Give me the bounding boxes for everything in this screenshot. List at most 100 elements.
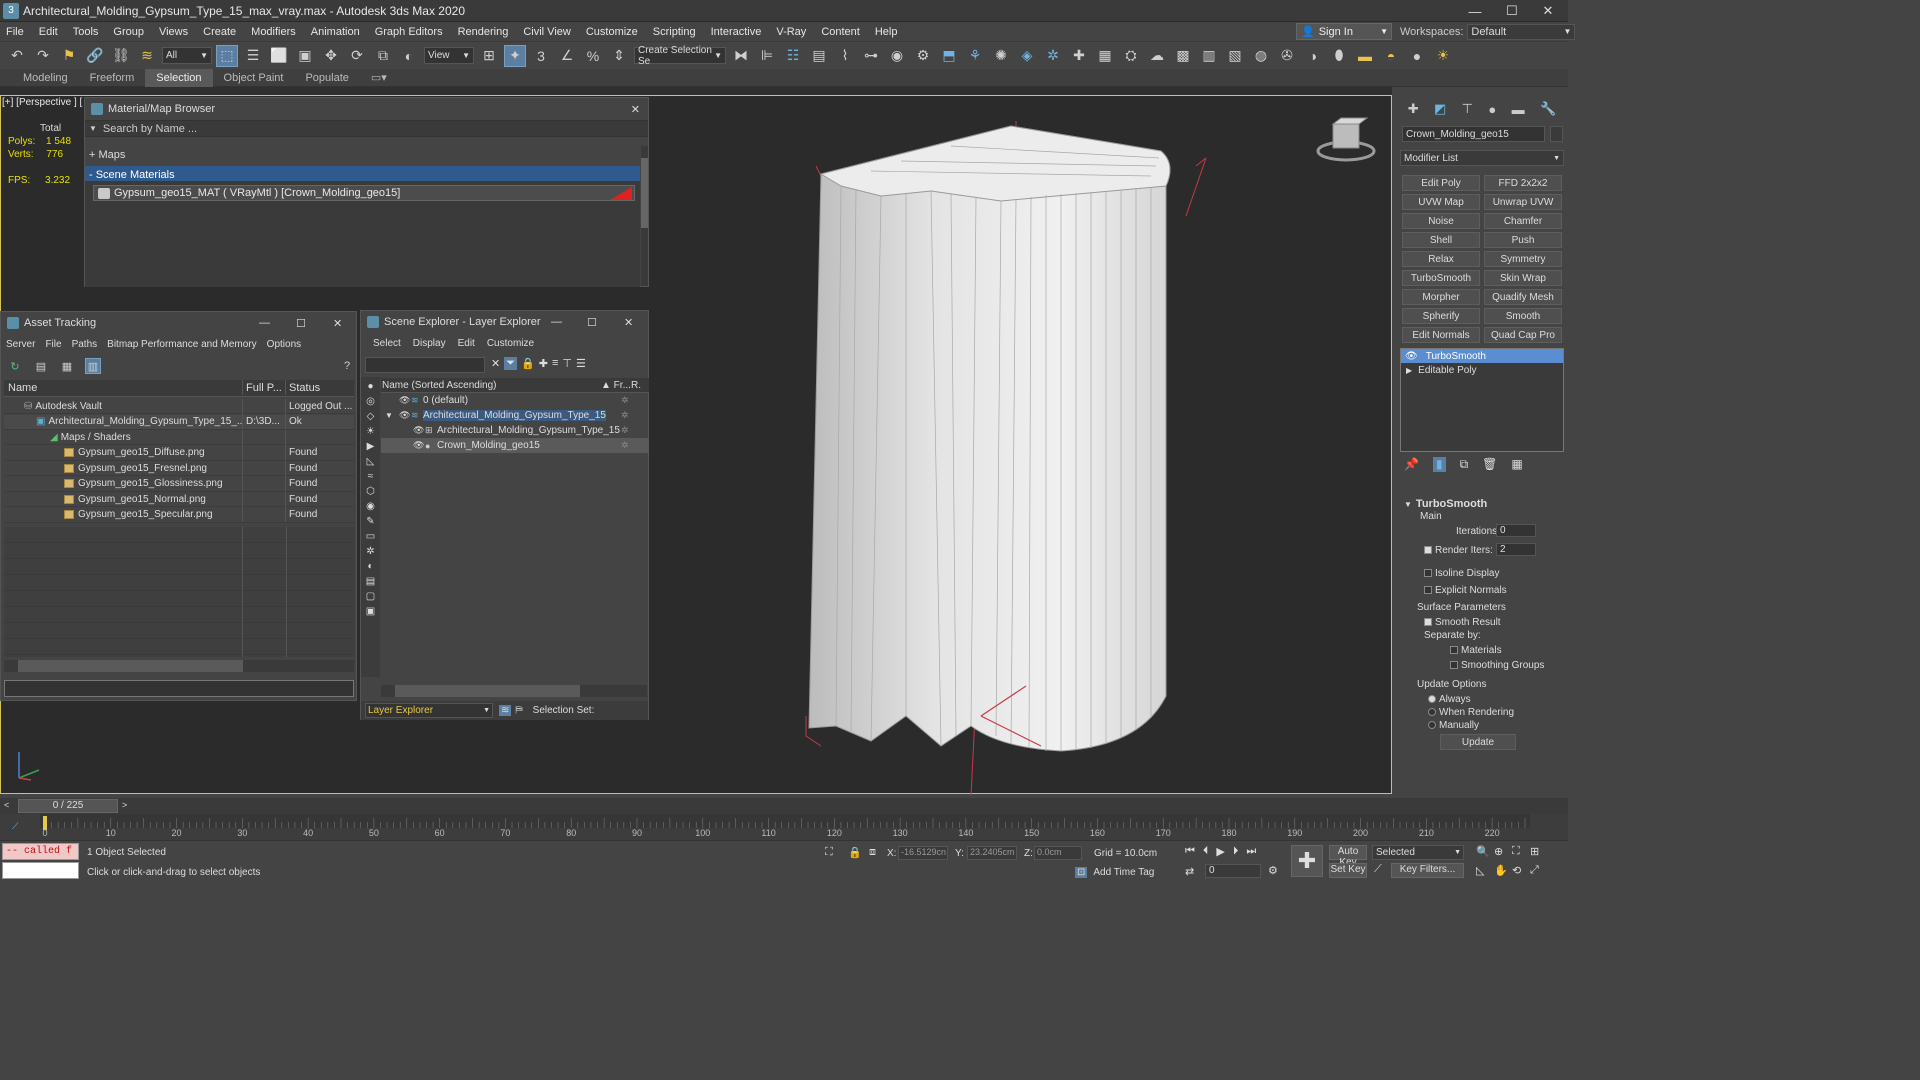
table-row[interactable]: Gypsum_geo15_Normal.png Found — [4, 491, 354, 507]
vray-sphere-icon[interactable]: ● — [1406, 45, 1428, 67]
menu-v-ray[interactable]: V-Ray — [770, 26, 815, 38]
app-icon[interactable]: 3 — [3, 2, 19, 19]
angle-snap-icon[interactable]: ∠ — [556, 45, 578, 67]
render-icon[interactable]: ⚘ — [964, 45, 986, 67]
key-set-dropdown[interactable]: Selected ▼ — [1372, 845, 1464, 860]
col-render[interactable]: R. — [631, 380, 641, 391]
menu-civil-view[interactable]: Civil View — [517, 26, 579, 38]
hierarchy-icon[interactable]: ⊤ — [562, 357, 572, 370]
vray-icon[interactable]: ✺ — [990, 45, 1012, 67]
maxscript-input[interactable] — [2, 862, 79, 879]
mmb-maps-group[interactable]: + Maps — [85, 146, 640, 164]
prev-frame-icon[interactable]: < — [4, 800, 9, 810]
when-rendering-radio[interactable]: When Rendering — [1428, 707, 1514, 718]
materials-checkbox[interactable]: Materials — [1450, 645, 1502, 656]
modifier-button-turbosmooth[interactable]: TurboSmooth — [1402, 270, 1480, 286]
menu-interactive[interactable]: Interactive — [705, 26, 771, 38]
pin-stack-icon[interactable]: 📌 — [1404, 457, 1419, 472]
help-icon[interactable]: ? — [339, 358, 355, 374]
curve-editor-icon[interactable]: ⌇ — [834, 45, 856, 67]
close-button[interactable]: ✕ — [1528, 0, 1568, 22]
menu-views[interactable]: Views — [153, 26, 197, 38]
ribbon-tab-selection[interactable]: Selection — [145, 68, 213, 87]
containers-icon[interactable]: ▭ — [366, 531, 375, 542]
vray-tool-10-icon[interactable]: ◍ — [1250, 45, 1272, 67]
pan-icon[interactable]: ✋ — [1494, 864, 1512, 877]
scene-menu-edit[interactable]: Edit — [452, 338, 481, 349]
link-icon[interactable]: 🔗 — [84, 45, 106, 67]
smoothing-groups-checkbox[interactable]: Smoothing Groups — [1450, 660, 1544, 671]
eye-icon[interactable]: 👁 — [413, 425, 424, 436]
rect-selection-icon[interactable]: ⬜ — [268, 45, 290, 67]
eye-icon[interactable]: 👁 — [399, 410, 410, 421]
modifier-button-smooth[interactable]: Smooth — [1484, 308, 1562, 324]
list-view-icon[interactable]: ▤ — [33, 358, 49, 374]
toggle-ribbon-icon[interactable]: ▤ — [808, 45, 830, 67]
menu-scripting[interactable]: Scripting — [647, 26, 705, 38]
y-field[interactable]: 23.2405cm — [967, 846, 1017, 860]
render-iters-checkbox[interactable]: Render Iters: — [1424, 545, 1493, 556]
clear-search-icon[interactable]: ✕ — [491, 357, 500, 370]
modifier-button-skin-wrap[interactable]: Skin Wrap — [1484, 270, 1562, 286]
scene-row[interactable]: 👁 ⊞ Architectural_Molding_Gypsum_Type_15 ✲ — [381, 423, 649, 438]
col-frozen[interactable]: ▲ Fr... — [601, 380, 631, 391]
display-all-icon[interactable]: ● — [367, 381, 373, 392]
asset-hscrollbar[interactable] — [4, 660, 354, 672]
frozen-icon[interactable]: ✲ — [366, 546, 374, 557]
current-frame-marker[interactable] — [43, 816, 47, 830]
modifier-button-noise[interactable]: Noise — [1402, 213, 1480, 229]
hierarchy-tab-icon[interactable]: ⊤ — [1462, 101, 1473, 117]
close-icon[interactable]: ✕ — [624, 316, 633, 329]
modifier-button-symmetry[interactable]: Symmetry — [1484, 251, 1562, 267]
bind-space-warp-icon[interactable]: ≋ — [136, 45, 158, 67]
key-filters-button[interactable]: Key Filters... — [1391, 863, 1464, 878]
minimize-button[interactable]: — — [1455, 0, 1495, 22]
play-icon[interactable]: ▶ — [1216, 845, 1224, 858]
key-tangent-icon[interactable]: ⟋ — [1374, 863, 1382, 876]
table-row[interactable]: ◢ Maps / Shaders — [4, 429, 354, 445]
groups-icon[interactable]: ⬡ — [366, 486, 375, 497]
field-of-view-icon[interactable]: ◺ — [1476, 864, 1494, 877]
viewcube[interactable] — [1316, 117, 1376, 162]
modifier-button-edit-poly[interactable]: Edit Poly — [1402, 175, 1480, 191]
rollout-title[interactable]: ▼ TurboSmooth — [1404, 498, 1487, 510]
ribbon-tab-populate[interactable]: Populate — [294, 69, 359, 87]
vray-sun-icon[interactable]: ☀ — [1432, 45, 1454, 67]
maximize-icon[interactable]: ☐ — [587, 316, 597, 329]
scene-hscrollbar[interactable] — [381, 685, 647, 697]
display-tab-icon[interactable]: ▬ — [1512, 102, 1525, 117]
layer-icon[interactable]: ≡ — [552, 357, 558, 370]
menu-animation[interactable]: Animation — [305, 26, 369, 38]
explorer-type-dropdown[interactable]: Layer Explorer ▼ — [365, 703, 493, 718]
modifier-button-unwrap-uvw[interactable]: Unwrap UVW — [1484, 194, 1562, 210]
percent-snap-icon[interactable]: % — [582, 45, 604, 67]
add-layer-icon[interactable]: ✚ — [539, 357, 548, 370]
asset-menu-bitmap-performance-and-memory[interactable]: Bitmap Performance and Memory — [102, 339, 262, 350]
set-key-icon[interactable]: ✚ — [1291, 845, 1323, 877]
object-color-swatch[interactable] — [1550, 126, 1563, 142]
smooth-result-checkbox[interactable]: Smooth Result — [1424, 617, 1501, 628]
modifier-button-shell[interactable]: Shell — [1402, 232, 1480, 248]
select-link-icon[interactable]: ⚑ — [58, 45, 80, 67]
layers-stack-icon[interactable]: ☰ — [576, 357, 586, 370]
make-unique-icon[interactable]: ⧉ — [1460, 457, 1469, 472]
next-frame-icon[interactable]: > — [122, 800, 127, 810]
scene-row[interactable]: 👁 ≋ 0 (default) ✲ — [381, 393, 649, 408]
vray-dome-icon[interactable]: ◓ — [1380, 45, 1402, 67]
eye-icon[interactable]: 👁 — [1405, 351, 1418, 362]
orbit-icon[interactable]: ⟲ — [1512, 864, 1530, 877]
thumbnail-view-icon[interactable]: ▦ — [59, 358, 75, 374]
scene-search-field[interactable] — [365, 357, 485, 373]
freeze-icon[interactable]: ✲ — [621, 410, 629, 421]
eye-icon[interactable]: 👁 — [399, 395, 410, 406]
modifier-button-quad-cap-pro[interactable]: Quad Cap Pro — [1484, 327, 1562, 343]
selection-set-icon[interactable]: ⛿ — [515, 705, 522, 716]
modifier-button-uvw-map[interactable]: UVW Map — [1402, 194, 1480, 210]
maxscript-listener[interactable]: -- called f — [2, 843, 79, 860]
zoom-extents-all-icon[interactable]: ⊞ — [1530, 845, 1548, 858]
material-item[interactable]: Gypsum_geo15_MAT ( VRayMtl ) [Crown_Mold… — [93, 185, 635, 201]
col-name[interactable]: Name (Sorted Ascending) — [381, 380, 601, 391]
modifier-button-relax[interactable]: Relax — [1402, 251, 1480, 267]
undo-icon[interactable]: ↶ — [6, 45, 28, 67]
current-frame-field[interactable]: 0 — [1205, 864, 1261, 878]
